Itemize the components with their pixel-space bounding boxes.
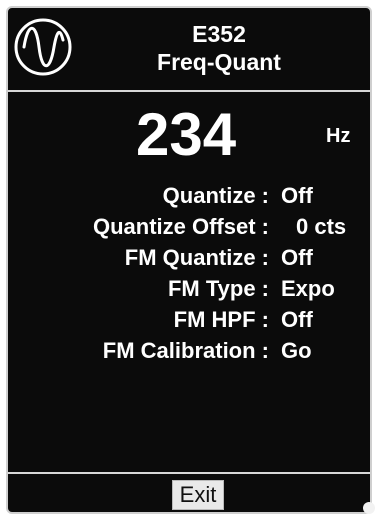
param-label: Quantize : xyxy=(162,183,269,208)
param-label: FM Calibration : xyxy=(102,338,269,363)
param-row-quantize-offset[interactable]: Quantize Offset : 0 cts xyxy=(8,211,370,242)
model-number: E352 xyxy=(192,21,246,47)
param-label: FM Type : xyxy=(167,276,269,301)
device-screen: E352 Freq-Quant 234 Hz Quantize : Off Qu… xyxy=(6,6,372,514)
footer: Exit xyxy=(8,472,370,512)
module-name: Freq-Quant xyxy=(157,49,281,75)
param-row-fm-quantize[interactable]: FM Quantize : Off xyxy=(8,242,370,273)
parameter-list: Quantize : Off Quantize Offset : 0 cts F… xyxy=(8,180,370,366)
header: E352 Freq-Quant xyxy=(8,8,370,92)
exit-button[interactable]: Exit xyxy=(172,480,224,510)
param-row-quantize[interactable]: Quantize : Off xyxy=(8,180,370,211)
sine-wave-icon xyxy=(14,18,72,76)
param-value[interactable]: Expo xyxy=(281,273,335,304)
frequency-display: 234 Hz xyxy=(8,100,370,170)
param-value[interactable]: Off xyxy=(281,180,313,211)
module-title: E352 Freq-Quant xyxy=(78,20,360,76)
param-label: Quantize Offset : xyxy=(92,214,269,239)
param-row-fm-calibration[interactable]: FM Calibration : Go xyxy=(8,335,370,366)
frequency-unit: Hz xyxy=(326,125,351,147)
param-value[interactable]: Off xyxy=(281,304,313,335)
param-row-fm-hpf[interactable]: FM HPF : Off xyxy=(8,304,370,335)
param-value[interactable]: 0 cts xyxy=(296,211,346,242)
param-label: FM Quantize : xyxy=(124,245,269,270)
param-value[interactable]: Go xyxy=(281,335,312,366)
frequency-value: 234 xyxy=(136,101,237,168)
param-row-fm-type[interactable]: FM Type : Expo xyxy=(8,273,370,304)
param-label: FM HPF : xyxy=(173,307,269,332)
indicator-dot xyxy=(363,502,375,514)
param-value[interactable]: Off xyxy=(281,242,313,273)
